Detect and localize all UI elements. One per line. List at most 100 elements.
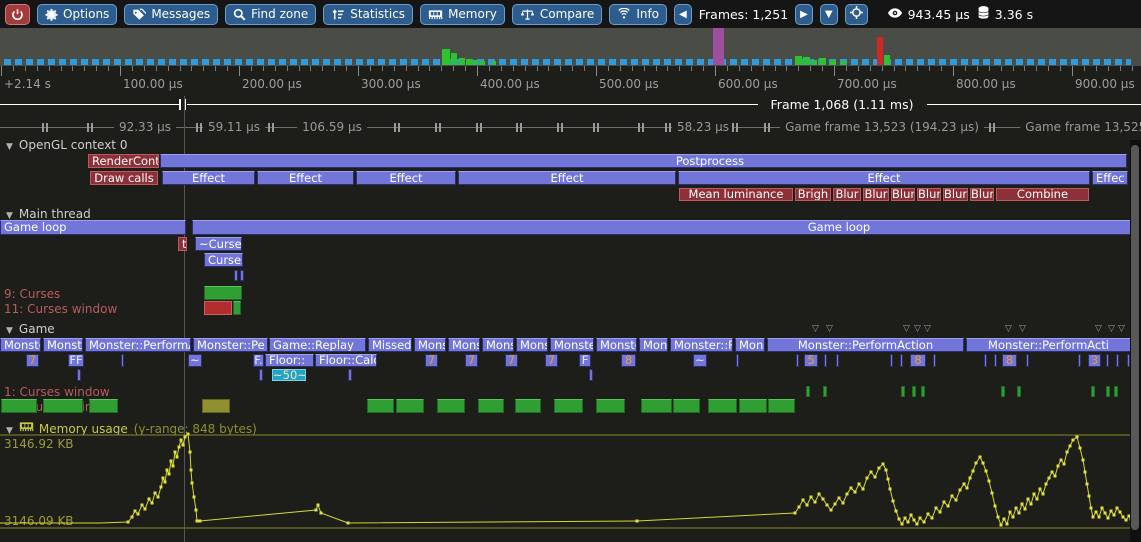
statistics-button[interactable]: Statistics [323, 4, 413, 25]
zone-tick[interactable] [912, 386, 916, 397]
zone-bar[interactable]: Monster::Pe [193, 338, 268, 352]
frame-image-marker[interactable]: ▽ [903, 324, 910, 334]
frame-image-marker[interactable]: ▽ [914, 324, 921, 334]
zone-bar[interactable]: 7 [465, 354, 478, 367]
zone-tick[interactable] [1, 399, 37, 413]
zone-bar[interactable]: Monst [482, 338, 514, 352]
zone-bar[interactable]: Curses [204, 253, 243, 267]
zone-bar[interactable]: Draw calls [90, 171, 158, 185]
zone-tick[interactable] [836, 354, 839, 367]
zone-bar[interactable]: 7 [505, 354, 518, 367]
scrollbar-thumb[interactable] [1131, 145, 1139, 530]
zone-bar[interactable]: Missed [368, 338, 412, 352]
frame-dropdown-button[interactable]: ▼ [820, 4, 838, 25]
zone-bar[interactable]: Mons [735, 338, 765, 352]
zone-bar[interactable]: Monster::PerformA [85, 338, 191, 352]
zone-tick[interactable] [994, 354, 997, 367]
frame-image-marker[interactable]: ▽ [1005, 324, 1012, 334]
zone-bar[interactable]: ~ [188, 354, 202, 367]
frame-image-marker[interactable]: ▽ [924, 324, 931, 334]
zone-bar[interactable]: Monste [596, 338, 637, 352]
zone-tick[interactable] [641, 399, 672, 413]
zone-tick[interactable] [348, 369, 352, 381]
next-frame-button[interactable]: ▶ [795, 4, 813, 25]
zone-bar[interactable]: Monste [550, 338, 594, 352]
zone-bar[interactable]: Game::Replay [269, 338, 366, 352]
zone-tick[interactable] [515, 399, 541, 413]
prev-frame-button[interactable]: ◀ [674, 4, 692, 25]
zone-tick[interactable] [478, 399, 504, 413]
zone-bar[interactable]: Monst [448, 338, 480, 352]
frame-overview[interactable] [0, 28, 1141, 66]
zone-bar[interactable]: ~ [693, 354, 707, 367]
frame-image-marker[interactable]: ▽ [1019, 324, 1026, 334]
zone-tick[interactable] [890, 354, 893, 367]
zone-bar[interactable]: Game loop [192, 220, 1131, 235]
zone-tick[interactable] [900, 354, 903, 367]
zone-tick[interactable] [202, 399, 230, 413]
zone-bar[interactable]: FF [68, 354, 84, 367]
zone-bar[interactable]: Monst [516, 338, 548, 352]
frame-image-marker[interactable]: ▽ [1118, 324, 1125, 334]
zone-bar[interactable]: ti [178, 237, 187, 251]
zone-bar[interactable]: Mean luminance [679, 188, 793, 201]
zone-bar[interactable]: Monste [43, 338, 83, 352]
zone-tick[interactable] [1091, 386, 1095, 397]
zone-tick[interactable] [1114, 386, 1118, 397]
zone-bar[interactable]: Effect [458, 171, 676, 185]
zone-bar[interactable]: Postprocess [160, 154, 1127, 168]
zone-bar[interactable]: Blur [943, 188, 968, 201]
zone-tick[interactable] [984, 354, 987, 367]
zone-bar[interactable]: Mons [639, 338, 668, 352]
zone-tick[interactable] [921, 386, 925, 397]
zone-tick[interactable] [796, 354, 799, 367]
frame-image-marker[interactable]: ▽ [1095, 324, 1102, 334]
frame-image-marker[interactable]: ▽ [826, 324, 833, 334]
zone-bar[interactable]: Effec [1092, 171, 1128, 185]
zone-bar[interactable]: Blur [891, 188, 915, 201]
zone-tick[interactable] [204, 286, 242, 300]
zone-tick[interactable] [1106, 354, 1109, 367]
zone-bar[interactable]: Blur [917, 188, 941, 201]
zone-tick[interactable] [233, 301, 241, 315]
zone-tick[interactable] [554, 399, 583, 413]
zone-bar[interactable]: F. [253, 354, 264, 367]
zone-tick[interactable] [589, 369, 593, 381]
zone-bar[interactable]: Blur [970, 188, 994, 201]
zone-tick[interactable] [234, 270, 238, 281]
zone-tick[interactable] [1116, 354, 1119, 367]
compare-button[interactable]: Compare [512, 4, 602, 25]
zone-tick[interactable] [824, 354, 827, 367]
options-button[interactable]: Options [37, 4, 117, 25]
zone-bar[interactable]: Combine [996, 188, 1089, 201]
zone-bar[interactable]: RenderCont [88, 154, 159, 168]
zone-bar[interactable]: Effect [257, 171, 354, 185]
zone-bar[interactable]: Monster::PerformAction [767, 338, 964, 352]
zone-bar[interactable]: Monste [0, 338, 41, 352]
zone-tick[interactable] [823, 386, 827, 397]
zone-tick[interactable] [259, 369, 263, 381]
zone-bar[interactable]: Brigh [795, 188, 831, 201]
messages-button[interactable]: Messages [124, 4, 218, 25]
zone-tick[interactable] [77, 369, 81, 381]
zone-bar[interactable]: 3 [1088, 354, 1101, 367]
zone-bar[interactable]: Floor::Calc [315, 354, 377, 367]
goto-frame-button[interactable] [845, 4, 868, 25]
zone-tick[interactable] [367, 399, 394, 413]
zone-tick[interactable] [240, 270, 244, 281]
zone-bar[interactable]: 7 [545, 354, 558, 367]
zone-bar[interactable]: Monster::PerformActi [966, 338, 1131, 352]
zone-bar[interactable]: Floor:: [265, 354, 314, 367]
game-header[interactable]: ▼Game [6, 322, 55, 336]
zone-bar[interactable]: 8 [621, 354, 636, 367]
zone-bar[interactable]: Blur [863, 188, 889, 201]
zone-tick[interactable] [1078, 354, 1081, 367]
frame-image-marker[interactable]: ▽ [1108, 324, 1115, 334]
zone-bar[interactable]: 8 [1002, 354, 1017, 367]
opengl-context-header[interactable]: ▼OpenGL context 0 [6, 138, 127, 152]
zone-bar[interactable]: 8 [910, 354, 926, 367]
zone-tick[interactable] [43, 399, 83, 413]
zone-bar[interactable]: 7 [26, 354, 39, 367]
zone-tick[interactable] [806, 386, 810, 397]
power-button[interactable] [5, 4, 30, 25]
